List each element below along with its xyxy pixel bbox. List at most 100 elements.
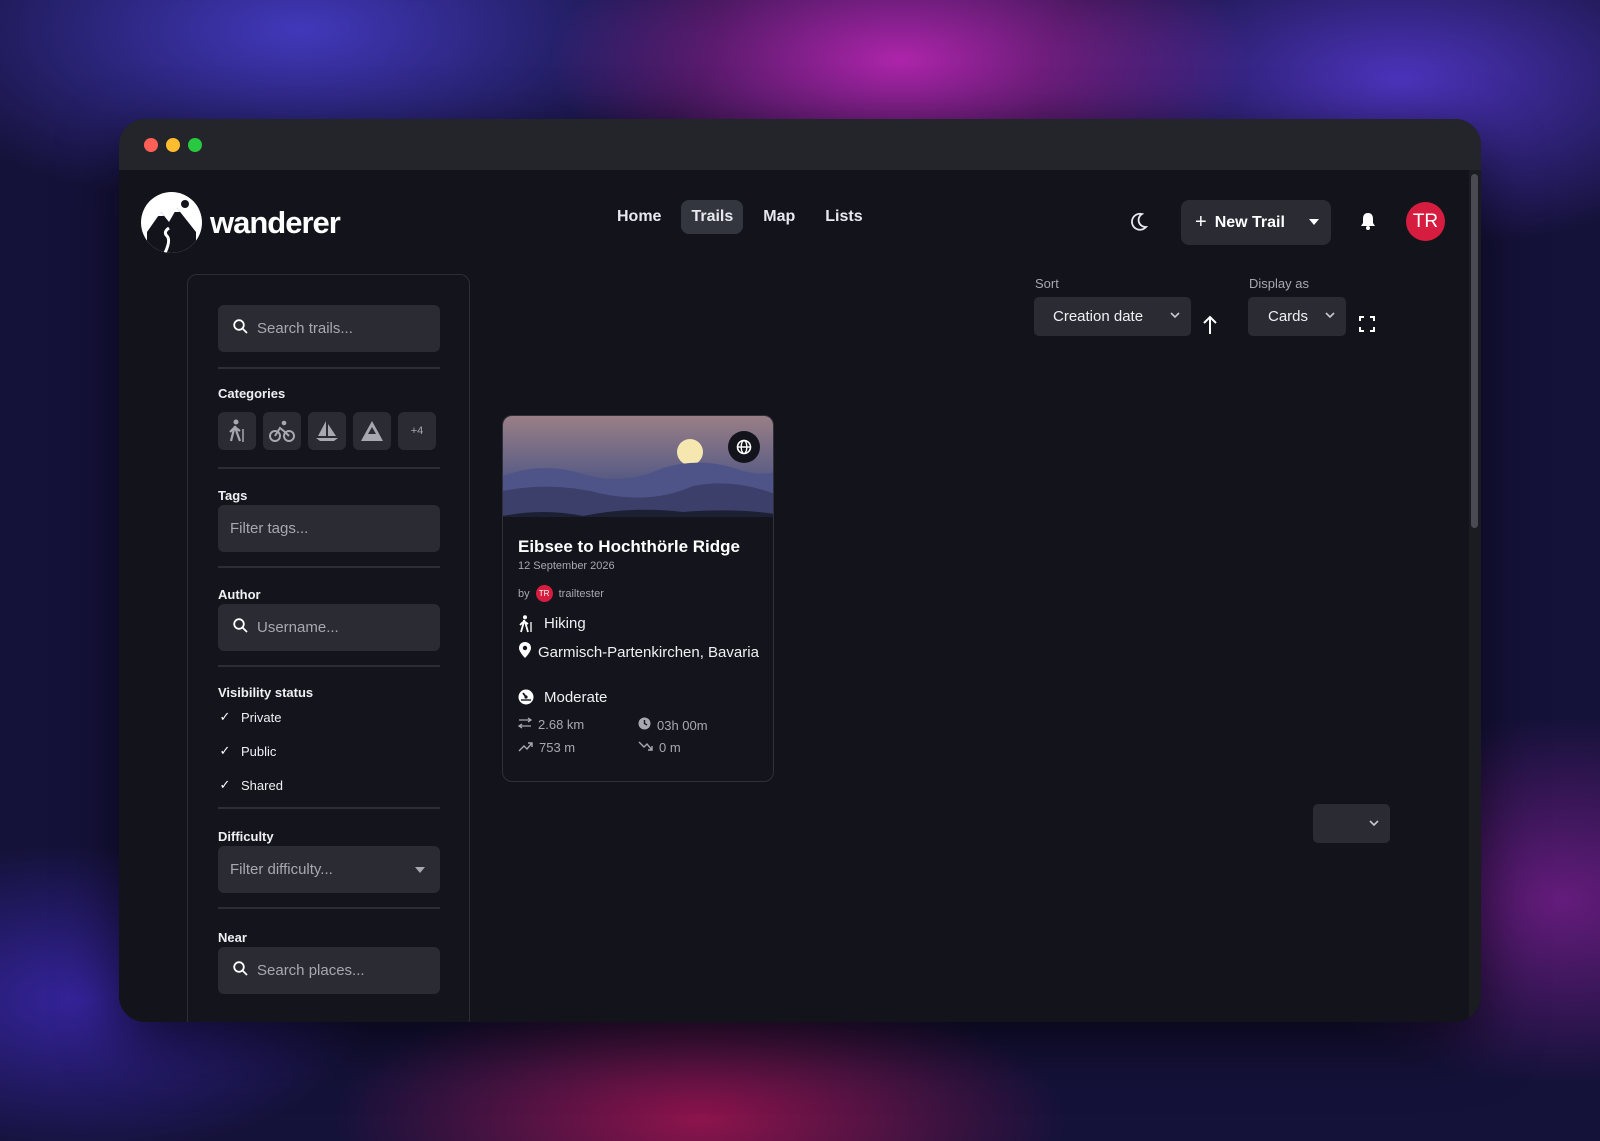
categories-label: Categories xyxy=(218,386,286,401)
checkmark-icon: ✓ xyxy=(219,709,231,724)
globe-icon xyxy=(728,431,760,463)
logo-icon xyxy=(141,192,202,253)
avatar[interactable]: TR xyxy=(1406,202,1445,241)
visibility-shared-label: Shared xyxy=(241,777,283,793)
sort-select[interactable]: Creation date xyxy=(1034,297,1191,336)
search-icon xyxy=(233,618,248,637)
main-nav: Home Trails Map Lists xyxy=(607,200,873,234)
sort-value: Creation date xyxy=(1053,308,1144,325)
fullscreen-icon[interactable] xyxy=(1359,316,1375,337)
search-trails-input[interactable]: Search trails... xyxy=(218,305,440,352)
near-label: Near xyxy=(218,930,247,945)
trend-up-icon xyxy=(518,740,533,755)
nav-map[interactable]: Map xyxy=(753,200,805,234)
visibility-shared-checkbox[interactable]: ✓ Shared xyxy=(218,777,283,793)
category-sailing-button[interactable] xyxy=(308,412,346,450)
trail-thumbnail xyxy=(503,416,773,517)
app-content: wanderer Home Trails Map Lists + New Tra… xyxy=(119,170,1481,1022)
close-window-button[interactable] xyxy=(144,138,158,152)
elevation-loss-value: 0 m xyxy=(659,740,681,755)
elevation-gain-value: 753 m xyxy=(539,740,576,755)
divider xyxy=(218,807,440,809)
visibility-label: Visibility status xyxy=(218,685,314,700)
category-cycling-button[interactable] xyxy=(263,412,301,450)
hiking-icon xyxy=(229,419,244,442)
gauge-icon xyxy=(518,689,534,709)
logo[interactable]: wanderer xyxy=(141,192,341,253)
tags-label: Tags xyxy=(218,488,248,503)
category-climbing-button[interactable] xyxy=(353,412,391,450)
divider xyxy=(218,467,440,469)
category-filters: +4 xyxy=(218,412,436,450)
author-name[interactable]: trailtester xyxy=(559,588,604,600)
trail-title[interactable]: Eibsee to Hochthörle Ridge xyxy=(518,537,740,557)
visibility-public-checkbox[interactable]: ✓ Public xyxy=(218,743,277,759)
category-more-button[interactable]: +4 xyxy=(398,412,436,450)
trail-distance: 2.68 km xyxy=(517,717,585,732)
trail-elevation-loss: 0 m xyxy=(638,740,681,755)
app-window: wanderer Home Trails Map Lists + New Tra… xyxy=(119,119,1481,1022)
scrollbar[interactable] xyxy=(1469,170,1481,1022)
sort-label: Sort xyxy=(1035,276,1059,291)
distance-value: 2.68 km xyxy=(538,717,585,732)
new-trail-button[interactable]: + New Trail xyxy=(1181,200,1331,245)
trail-duration: 03h 00m xyxy=(638,717,708,733)
window-titlebar xyxy=(119,119,1481,170)
nav-lists[interactable]: Lists xyxy=(815,200,872,234)
by-label: by xyxy=(518,587,530,600)
divider xyxy=(218,566,440,568)
chevron-down-icon[interactable] xyxy=(1309,219,1319,225)
visibility-public-label: Public xyxy=(241,743,277,759)
author-input[interactable]: Username... xyxy=(218,604,440,651)
maximize-window-button[interactable] xyxy=(188,138,202,152)
duration-value: 03h 00m xyxy=(657,717,708,733)
cycling-icon xyxy=(269,420,295,442)
sort-direction-arrow-icon[interactable] xyxy=(1202,315,1218,340)
category-hiking-button[interactable] xyxy=(218,412,256,450)
visibility-private-label: Private xyxy=(241,709,282,725)
search-icon xyxy=(233,961,248,980)
nav-home[interactable]: Home xyxy=(607,200,671,234)
sailboat-icon xyxy=(316,421,338,441)
near-placeholder: Search places... xyxy=(257,962,365,979)
display-select[interactable]: Cards xyxy=(1248,297,1346,336)
display-label: Display as xyxy=(1249,276,1309,291)
minimize-window-button[interactable] xyxy=(166,138,180,152)
chevron-down-icon xyxy=(1169,308,1181,325)
trend-down-icon xyxy=(638,740,653,755)
difficulty-placeholder: Filter difficulty... xyxy=(230,861,333,878)
page-size-select[interactable] xyxy=(1313,804,1390,843)
display-value: Cards xyxy=(1268,308,1309,325)
trail-elevation-gain: 753 m xyxy=(518,740,575,755)
trail-difficulty-label: Moderate xyxy=(544,689,608,706)
scrollbar-thumb[interactable] xyxy=(1471,174,1478,528)
author-placeholder: Username... xyxy=(257,619,339,636)
divider xyxy=(218,367,440,369)
plus-icon: + xyxy=(1195,211,1207,233)
checkmark-icon: ✓ xyxy=(219,777,231,792)
trail-author: by TR trailtester xyxy=(518,585,604,602)
caret-down-icon xyxy=(415,867,425,873)
bell-icon[interactable] xyxy=(1360,212,1376,235)
trail-category: Hiking xyxy=(518,615,586,637)
author-avatar: TR xyxy=(535,585,553,602)
difficulty-select[interactable]: Filter difficulty... xyxy=(218,846,440,893)
divider xyxy=(218,665,440,667)
checkmark-icon: ✓ xyxy=(219,743,231,758)
visibility-private-checkbox[interactable]: ✓ Private xyxy=(218,709,282,725)
chevron-down-icon xyxy=(1368,816,1380,834)
tags-placeholder: Filter tags... xyxy=(230,520,309,537)
map-pin-icon xyxy=(518,641,534,663)
trail-category-label: Hiking xyxy=(544,615,586,632)
mountain-icon xyxy=(361,421,383,441)
tags-input[interactable]: Filter tags... xyxy=(218,505,440,552)
author-label: Author xyxy=(218,587,261,602)
moon-icon[interactable] xyxy=(1130,212,1149,237)
mountains-illustration xyxy=(503,462,773,517)
trail-card[interactable]: Eibsee to Hochthörle Ridge 12 September … xyxy=(502,415,774,782)
nav-trails[interactable]: Trails xyxy=(681,200,744,234)
near-search-input[interactable]: Search places... xyxy=(218,947,440,994)
new-trail-label: New Trail xyxy=(1214,213,1285,231)
brand-name: wanderer xyxy=(210,204,341,240)
chevron-down-icon xyxy=(1324,308,1336,325)
